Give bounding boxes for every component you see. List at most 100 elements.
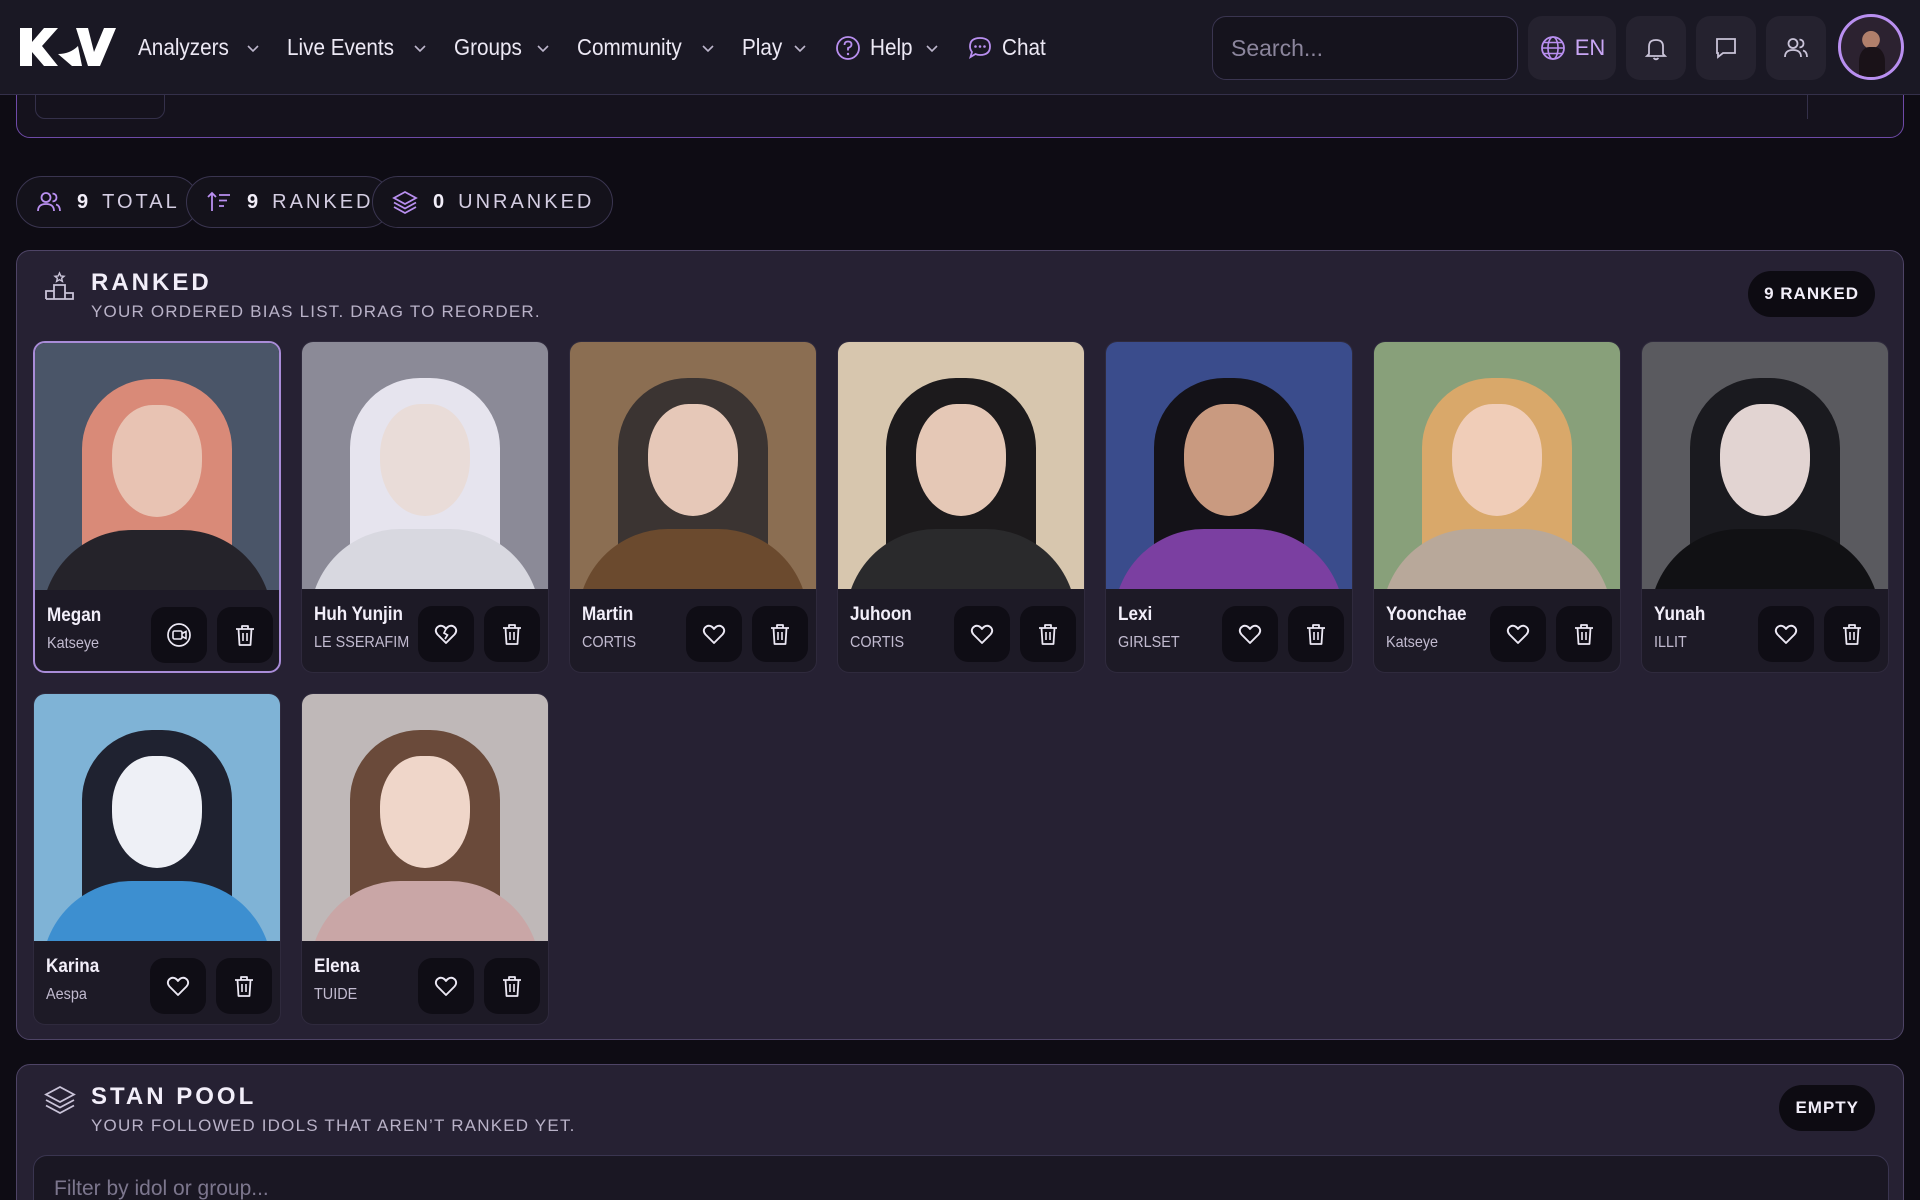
idol-filter-input[interactable] xyxy=(54,1156,1868,1200)
chevron-down-icon xyxy=(794,44,806,52)
remove-button[interactable] xyxy=(1288,606,1344,662)
chevron-down-icon xyxy=(537,44,549,52)
nav-chat-label: Chat xyxy=(1001,34,1046,60)
site-logo[interactable] xyxy=(18,24,118,70)
stan-pool-badge: EMPTY xyxy=(1779,1085,1875,1131)
idol-card[interactable]: Yunah ILLIT xyxy=(1641,341,1889,673)
idol-photo xyxy=(570,342,816,589)
nav-analyzers[interactable]: Analyzers xyxy=(138,34,263,61)
notifications-button[interactable] xyxy=(1626,16,1686,80)
friends-button[interactable] xyxy=(1766,16,1826,80)
globe-icon xyxy=(1540,36,1565,60)
idol-group: ILLIT xyxy=(1654,634,1687,651)
nav-play-label: Play xyxy=(741,34,782,60)
broken-heart-icon xyxy=(432,620,460,648)
users-icon xyxy=(1784,38,1808,58)
remove-button[interactable] xyxy=(752,606,808,662)
layers-icon xyxy=(392,190,418,215)
search-input[interactable] xyxy=(1231,34,1527,62)
heart-icon xyxy=(1504,620,1532,648)
message-square-icon xyxy=(1716,38,1736,59)
remove-button[interactable] xyxy=(484,958,540,1014)
ranked-title: RANKED xyxy=(91,269,212,296)
podium-icon xyxy=(45,271,74,300)
idol-photo xyxy=(302,694,548,941)
idol-photo xyxy=(34,694,280,941)
idol-card[interactable]: Martin CORTIS xyxy=(569,341,817,673)
nav-help[interactable]: Help xyxy=(834,34,941,62)
nav-groups-label: Groups xyxy=(453,34,522,60)
favorite-button[interactable] xyxy=(686,606,742,662)
heart-icon xyxy=(1772,620,1800,648)
total-count: 9 xyxy=(77,190,89,213)
ranked-subtitle: YOUR ORDERED BIAS LIST. DRAG TO REORDER. xyxy=(91,302,541,321)
idol-card[interactable]: Elena TUIDE xyxy=(301,693,549,1025)
idol-card[interactable]: Megan Katseye xyxy=(33,341,281,673)
favorite-button[interactable] xyxy=(1222,606,1278,662)
remove-button[interactable] xyxy=(217,607,273,663)
idol-card[interactable]: Juhoon CORTIS xyxy=(837,341,1085,673)
idol-card[interactable]: Karina Aespa xyxy=(33,693,281,1025)
favorite-button[interactable] xyxy=(1490,606,1546,662)
favorite-button[interactable] xyxy=(150,958,206,1014)
chevron-down-icon xyxy=(702,44,714,52)
idol-name: Juhoon xyxy=(850,604,912,625)
ranked-count-badge: 9 RANKED xyxy=(1748,271,1875,317)
idol-photo xyxy=(1374,342,1620,589)
favorite-button[interactable] xyxy=(954,606,1010,662)
trash-icon xyxy=(1570,620,1598,648)
idol-group: TUIDE xyxy=(314,986,358,1003)
idol-name: Karina xyxy=(46,956,100,977)
nav-community-label: Community xyxy=(577,34,683,60)
language-selector[interactable]: EN xyxy=(1528,16,1616,80)
idol-photo xyxy=(1106,342,1352,589)
language-code: EN xyxy=(1574,35,1606,60)
nav-community[interactable]: Community xyxy=(577,34,717,61)
idol-card[interactable]: Lexi GIRLSET xyxy=(1105,341,1353,673)
user-avatar[interactable] xyxy=(1838,14,1904,80)
idol-card[interactable]: Huh Yunjin LE SSERAFIM xyxy=(301,341,549,673)
idol-group: CORTIS xyxy=(582,634,637,651)
nav-play[interactable]: Play xyxy=(742,34,811,61)
trash-icon xyxy=(766,620,794,648)
idol-group: LE SSERAFIM xyxy=(314,634,410,651)
idol-group: Aespa xyxy=(46,986,87,1003)
idol-name: Huh Yunjin xyxy=(314,604,403,625)
messages-button[interactable] xyxy=(1696,16,1756,80)
nav-groups[interactable]: Groups xyxy=(454,34,553,61)
main-menu: Analyzers Live Events Groups Community P… xyxy=(138,0,1074,95)
nav-live-events[interactable]: Live Events xyxy=(287,34,430,61)
nav-chat[interactable]: Chat xyxy=(966,34,1051,62)
unranked-label: UNRANKED xyxy=(458,190,595,213)
remove-button[interactable] xyxy=(1556,606,1612,662)
ranked-section: RANKED YOUR ORDERED BIAS LIST. DRAG TO R… xyxy=(16,250,1904,1040)
trash-icon xyxy=(498,620,526,648)
heart-icon xyxy=(1236,620,1264,648)
remove-button[interactable] xyxy=(1020,606,1076,662)
idol-photo xyxy=(838,342,1084,589)
remove-button[interactable] xyxy=(1824,606,1880,662)
favorite-button[interactable] xyxy=(1758,606,1814,662)
favorite-button[interactable] xyxy=(151,607,207,663)
favorite-button[interactable] xyxy=(418,606,474,662)
nav-help-label: Help xyxy=(870,34,913,60)
idol-group: Katseye xyxy=(1386,634,1439,651)
idol-name: Yoonchae xyxy=(1386,604,1467,625)
video-icon xyxy=(165,621,193,649)
trash-icon xyxy=(498,972,526,1000)
stan-pool-title: STAN POOL xyxy=(91,1083,257,1110)
remove-button[interactable] xyxy=(484,606,540,662)
help-circle-icon xyxy=(836,35,861,60)
ranked-counter: 9 RANKED xyxy=(186,176,393,228)
idol-name: Martin xyxy=(582,604,634,625)
idol-group: GIRLSET xyxy=(1118,634,1180,651)
layers-icon xyxy=(44,1085,76,1115)
heart-icon xyxy=(432,972,460,1000)
search-box xyxy=(1212,16,1527,80)
chevron-down-icon xyxy=(247,44,259,52)
unranked-counter: 0 UNRANKED xyxy=(372,176,614,228)
idol-photo xyxy=(302,342,548,589)
idol-card[interactable]: Yoonchae Katseye xyxy=(1373,341,1621,673)
remove-button[interactable] xyxy=(216,958,272,1014)
favorite-button[interactable] xyxy=(418,958,474,1014)
